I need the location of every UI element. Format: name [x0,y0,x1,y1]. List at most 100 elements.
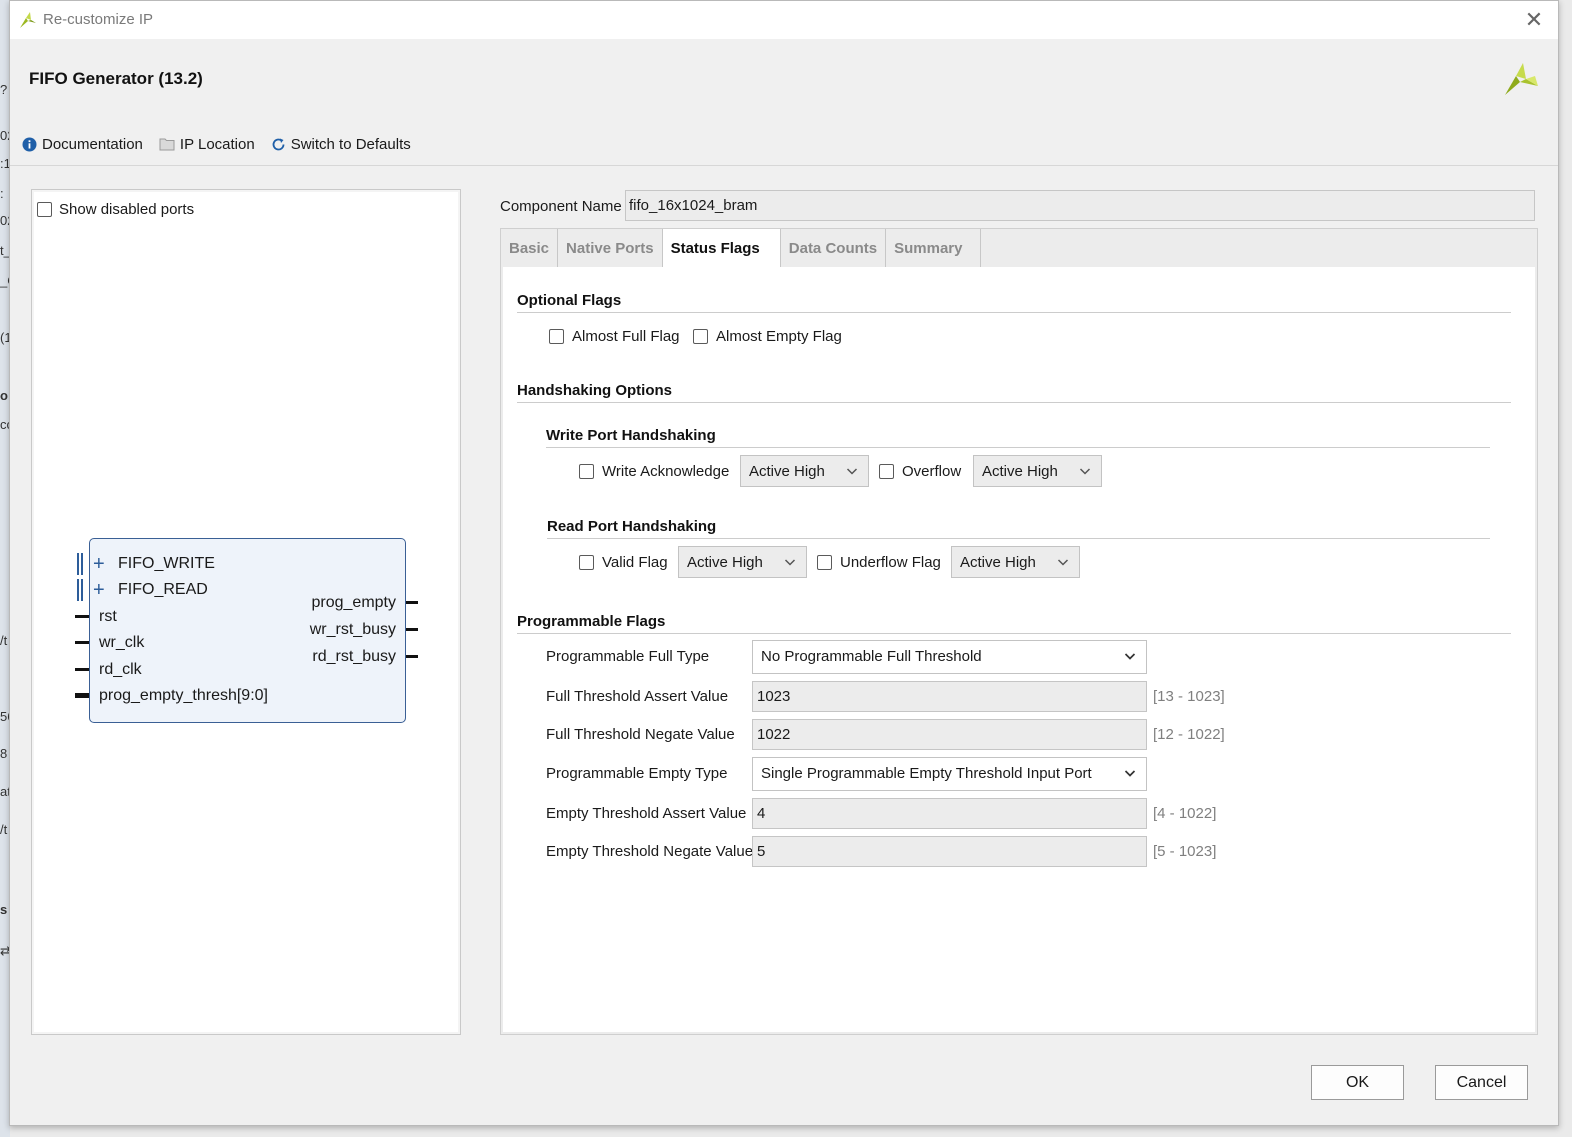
component-name-label: Component Name [500,198,622,215]
port-wr-rst-busy: wr_rst_busy [309,621,396,638]
full-threshold-assert-input[interactable]: 1023 [752,681,1147,712]
documentation-button[interactable]: Documentation [22,136,143,153]
read-port-handshaking-title: Read Port Handshaking [547,518,717,535]
chevron-down-icon [784,559,796,566]
port-fifo-write: FIFO_WRITE [118,555,215,572]
full-threshold-assert-label: Full Threshold Assert Value [546,688,729,705]
write-acknowledge-sense-dropdown[interactable]: Active High [740,455,869,487]
overflow-sense-dropdown[interactable]: Active High [973,455,1102,487]
write-acknowledge-option[interactable]: Write Acknowledge [579,463,729,480]
port-rd-clk: rd_clk [99,661,142,678]
dialog-header: FIFO Generator (13.2) Documentation IP L [10,39,1558,166]
xilinx-logo-icon [1505,63,1538,95]
ip-location-button[interactable]: IP Location [159,136,255,153]
component-name-input[interactable]: fifo_16x1024_bram [625,190,1535,221]
tab-native-ports[interactable]: Native Ports [558,229,663,267]
configuration-panel: Component Name fifo_16x1024_bram Basic N… [500,189,1540,1035]
title-bar: Re-customize IP ✕ [10,1,1558,40]
show-disabled-ports-label: Show disabled ports [59,201,195,218]
handshaking-options-title: Handshaking Options [517,382,673,399]
port-rd-rst-busy: rd_rst_busy [312,648,396,665]
empty-threshold-negate-label: Empty Threshold Negate Value [546,843,754,860]
divider [517,633,1511,634]
valid-flag-checkbox[interactable] [579,555,594,570]
write-acknowledge-checkbox[interactable] [579,464,594,479]
info-icon [22,137,37,151]
pin-rd-clk [75,668,89,671]
programmable-empty-type-value: Single Programmable Empty Threshold Inpu… [761,765,1092,782]
overflow-option[interactable]: Overflow [879,463,961,480]
valid-flag-option[interactable]: Valid Flag [579,554,668,571]
underflow-flag-checkbox[interactable] [817,555,832,570]
bg-fragment: s [0,902,8,917]
programmable-full-type-value: No Programmable Full Threshold [761,648,982,665]
refresh-icon [272,138,285,150]
almost-full-flag-checkbox[interactable] [549,329,564,344]
cancel-button[interactable]: Cancel [1435,1065,1528,1100]
divider [547,538,1490,539]
tab-basic[interactable]: Basic [501,229,559,267]
tab-status-flags[interactable]: Status Flags [662,229,781,267]
pin-prog-empty-thresh [75,693,89,698]
full-threshold-negate-label: Full Threshold Negate Value [546,726,735,743]
close-icon: ✕ [1524,7,1544,32]
underflow-flag-sense-dropdown[interactable]: Active High [951,546,1080,578]
almost-full-flag-option[interactable]: Almost Full Flag [549,328,680,345]
full-threshold-assert-range: [13 - 1023] [1153,688,1225,705]
port-fifo-read: FIFO_READ [118,581,208,598]
close-button[interactable]: ✕ [1522,8,1546,32]
overflow-label: Overflow [902,463,962,480]
empty-threshold-assert-input[interactable]: 4 [752,798,1147,829]
show-disabled-ports-option[interactable]: Show disabled ports [37,201,194,218]
bg-fragment: 8 [0,746,8,761]
tab-summary[interactable]: Summary [886,229,982,267]
expand-fifo-read-icon[interactable]: + [93,580,105,600]
optional-flags-title: Optional Flags [517,292,622,309]
status-flags-content: Optional Flags Almost Full Flag Almost E… [503,267,1535,1032]
bg-fragment: ? [0,82,8,97]
valid-flag-sense-dropdown[interactable]: Active High [678,546,807,578]
chevron-down-icon [1124,653,1136,660]
empty-threshold-negate-range: [5 - 1023] [1153,843,1217,860]
bg-fragment: : [0,186,4,201]
expand-fifo-write-icon[interactable]: + [93,554,105,574]
xilinx-logo-icon [20,12,36,28]
underflow-flag-option[interactable]: Underflow Flag [817,554,941,571]
write-port-handshaking-title: Write Port Handshaking [546,427,716,444]
full-threshold-negate-input[interactable]: 1022 [752,719,1147,750]
pin-wr-clk [75,641,89,644]
almost-empty-flag-checkbox[interactable] [693,329,708,344]
programmable-full-type-dropdown[interactable]: No Programmable Full Threshold [752,640,1147,674]
switch-to-defaults-label: Switch to Defaults [290,135,411,153]
empty-threshold-negate-input[interactable]: 5 [752,836,1147,867]
almost-empty-flag-option[interactable]: Almost Empty Flag [693,328,842,345]
pin-rst [75,615,89,618]
ok-button[interactable]: OK [1311,1065,1404,1100]
window-title: Re-customize IP [43,11,154,28]
port-prog-empty: prog_empty [311,594,397,611]
pin-prog-empty [406,601,418,604]
valid-flag-sense-value: Active High [687,554,763,571]
empty-threshold-assert-label: Empty Threshold Assert Value [546,805,747,822]
write-acknowledge-label: Write Acknowledge [602,463,730,480]
chevron-down-icon [846,468,858,475]
programmable-empty-type-dropdown[interactable]: Single Programmable Empty Threshold Inpu… [752,757,1147,791]
recustomize-ip-dialog: Re-customize IP ✕ FIFO Generator (13.2) … [9,0,1559,1126]
ip-title: FIFO Generator (13.2) [29,69,203,88]
show-disabled-ports-checkbox[interactable] [37,202,52,217]
overflow-checkbox[interactable] [879,464,894,479]
bus-pin-fifo-read [77,579,83,601]
port-rst: rst [99,608,117,625]
chevron-down-icon [1057,559,1069,566]
port-wr-clk: wr_clk [99,634,145,651]
write-acknowledge-sense-value: Active High [749,463,825,480]
programmable-empty-type-label: Programmable Empty Type [546,765,728,782]
switch-to-defaults-button[interactable]: Switch to Defaults [271,136,411,153]
tab-strip: Basic Native Ports Status Flags Data Cou… [501,229,982,267]
bg-fragment: o [0,388,8,403]
empty-threshold-assert-range: [4 - 1022] [1153,805,1217,822]
fifo-generator-symbol: + FIFO_WRITE + FIFO_READ rst wr_clk rd_c… [89,538,406,723]
tab-data-counts[interactable]: Data Counts [781,229,887,267]
chevron-down-icon [1079,468,1091,475]
divider [517,312,1511,313]
